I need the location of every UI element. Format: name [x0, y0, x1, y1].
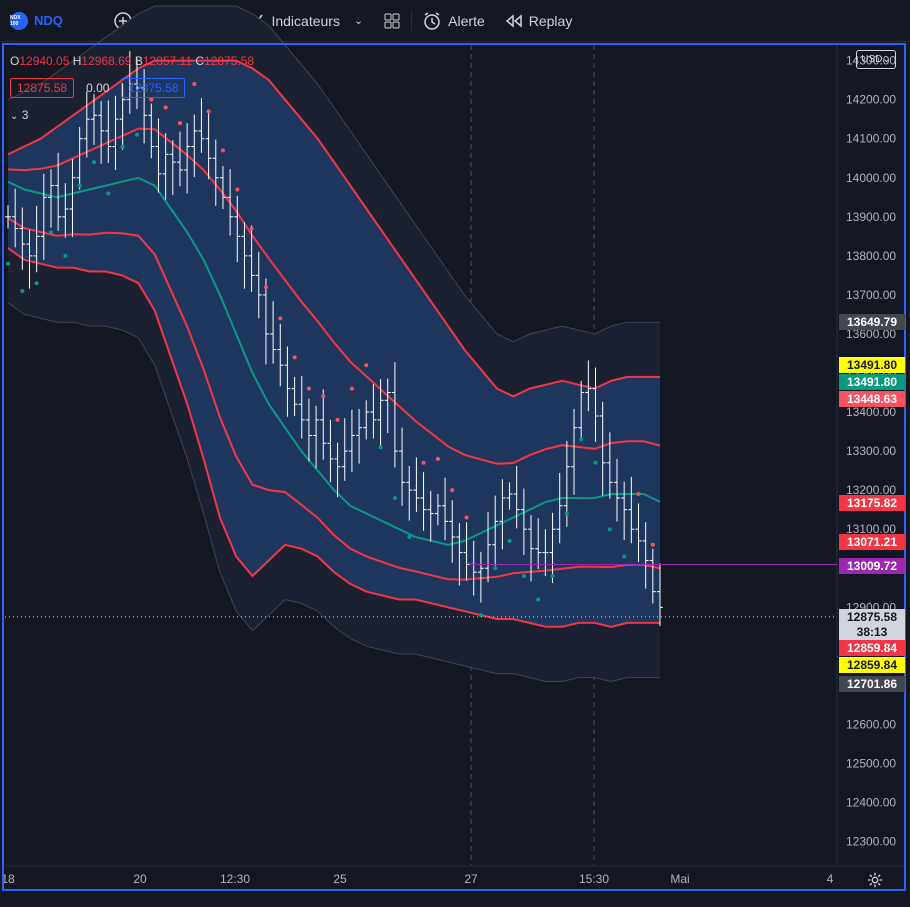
ohlc-legend: O12940.05 H12968.69 B12857.11 C12875.58 — [10, 54, 255, 68]
price-badge: 13071.21 — [839, 534, 905, 550]
chevron-down-icon: ⌄ — [10, 111, 19, 122]
open-value: 12940.05 — [19, 54, 70, 68]
currency-selector[interactable]: USD⌄ — [856, 50, 896, 69]
close-value: 12875.58 — [204, 54, 255, 68]
price-badge: 12875.58 — [839, 609, 905, 625]
indicators-toggle[interactable]: ⌄ 3 — [10, 108, 28, 122]
high-value: 12968.69 — [81, 54, 132, 68]
price-badge: 13491.80 — [839, 374, 905, 390]
sell-button[interactable]: 12875.58 — [10, 78, 75, 98]
spread-value: 0.00 — [86, 81, 110, 95]
chevron-down-icon: ⌄ — [882, 54, 891, 65]
trade-buttons: 12875.58 0.00 12875.58 — [10, 78, 186, 98]
price-badge: 13491.80 — [839, 357, 905, 373]
price-badge: 13448.63 — [839, 391, 905, 407]
price-badge: 12859.84 — [839, 640, 905, 656]
buy-button[interactable]: 12875.58 — [121, 78, 186, 98]
price-badge: 13009.72 — [839, 558, 905, 574]
price-badge: 38:13 — [839, 624, 905, 640]
gear-icon[interactable] — [866, 871, 884, 889]
indicator-count: 3 — [21, 108, 29, 122]
price-badge: 12701.86 — [839, 676, 905, 692]
price-badge: 12859.84 — [839, 657, 905, 673]
low-value: 12857.11 — [142, 54, 193, 68]
price-badge: 13175.82 — [839, 495, 905, 511]
chart-selection-frame — [2, 43, 906, 891]
price-badge: 13649.79 — [839, 314, 905, 330]
